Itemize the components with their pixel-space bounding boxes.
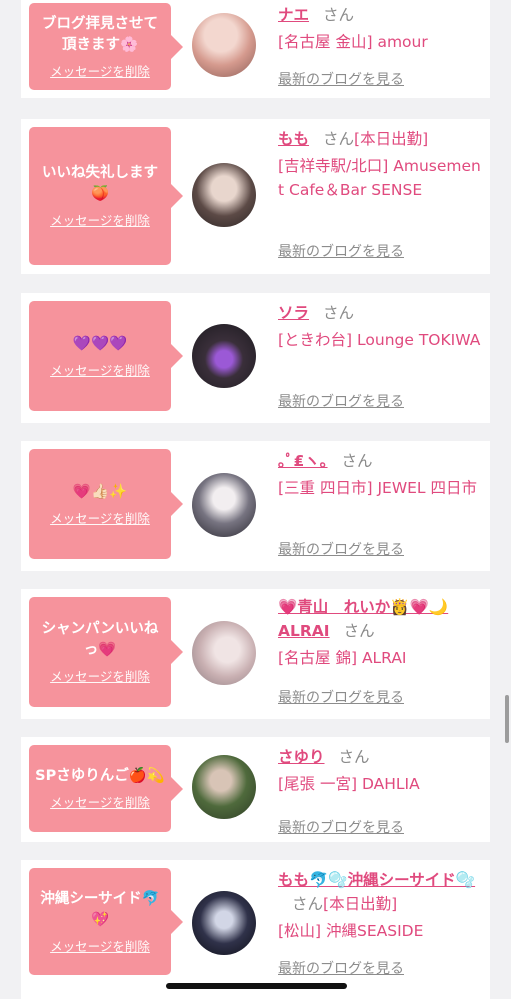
shop-label: [名古屋 金山] amour bbox=[278, 33, 428, 51]
latest-blog-link[interactable]: 最新のブログを見る bbox=[278, 958, 404, 978]
honorific-label: さん bbox=[343, 622, 375, 640]
honorific-label: さん bbox=[292, 895, 324, 913]
delete-message-link[interactable]: メッセージを削除 bbox=[50, 210, 150, 229]
profile-name-link[interactable]: ｡ﾟ₤ヽ｡ bbox=[278, 452, 328, 470]
scrollbar[interactable] bbox=[505, 695, 509, 743]
message-bubble: 💗👍🏻✨ メッセージを削除 bbox=[29, 449, 183, 559]
honorific-label: さん bbox=[338, 748, 370, 766]
avatar[interactable] bbox=[192, 473, 256, 537]
profile-info: さゆり さん [尾張 一宮] DAHLIA 最新のブログを見る bbox=[278, 745, 483, 836]
profile-name-link[interactable]: さゆり bbox=[278, 748, 325, 766]
latest-blog-link[interactable]: 最新のブログを見る bbox=[278, 539, 404, 559]
profile-info: もも さん[本日出勤] [吉祥寺駅/北口] Amusement Cafe＆Bar … bbox=[278, 127, 483, 260]
avatar[interactable] bbox=[192, 324, 256, 388]
message-text: いいね失礼します🍑 bbox=[42, 165, 158, 202]
avatar[interactable] bbox=[192, 163, 256, 227]
message-bubble: ブログ拝見させて頂きます🌸 メッセージを削除 bbox=[29, 3, 183, 90]
profile-name-link[interactable]: もも🐬🫧沖縄シーサイド🫧 bbox=[278, 871, 475, 889]
profile-name-link[interactable]: もも bbox=[278, 130, 309, 148]
message-text: SPさゆりんご🍎💫 bbox=[35, 768, 165, 784]
shop-label: [三重 四日市] JEWEL 四日市 bbox=[278, 479, 477, 497]
profile-name-link[interactable]: ナエ bbox=[278, 6, 309, 24]
honorific-label: さん bbox=[323, 6, 355, 24]
shop-label: [ときわ台] Lounge TOKIWA bbox=[278, 331, 481, 349]
working-today-label: [本日出勤] bbox=[354, 130, 429, 148]
avatar[interactable] bbox=[192, 891, 256, 955]
list-item: 💜💜💜 メッセージを削除 ソラ さん [ときわ台] Lounge TOKIWA 最… bbox=[21, 293, 490, 423]
delete-message-link[interactable]: メッセージを削除 bbox=[50, 508, 150, 527]
shop-label: [吉祥寺駅/北口] Amusement Cafe＆Bar SENSE bbox=[278, 157, 481, 199]
delete-message-link[interactable]: メッセージを削除 bbox=[50, 936, 150, 955]
profile-info: ソラ さん [ときわ台] Lounge TOKIWA 最新のブログを見る bbox=[278, 301, 483, 410]
latest-blog-link[interactable]: 最新のブログを見る bbox=[278, 391, 404, 411]
avatar[interactable] bbox=[192, 621, 256, 685]
list-item: ブログ拝見させて頂きます🌸 メッセージを削除 ナエ さん [名古屋 金山] amo… bbox=[21, 0, 490, 98]
profile-info: もも🐬🫧沖縄シーサイド🫧 さん[本日出勤] [松山] 沖縄SEASIDE 最新のブ… bbox=[278, 868, 483, 977]
profile-name-link[interactable]: ソラ bbox=[278, 304, 309, 322]
delete-message-link[interactable]: メッセージを削除 bbox=[50, 666, 150, 685]
message-text: ブログ拝見させて頂きます🌸 bbox=[42, 15, 158, 53]
message-bubble: いいね失礼します🍑 メッセージを削除 bbox=[29, 127, 183, 265]
latest-blog-link[interactable]: 最新のブログを見る bbox=[278, 817, 404, 837]
message-text: 💜💜💜 bbox=[72, 335, 128, 352]
profile-info: ｡ﾟ₤ヽ｡ さん [三重 四日市] JEWEL 四日市 最新のブログを見る bbox=[278, 449, 483, 558]
honorific-label: さん bbox=[323, 130, 355, 148]
message-text: 沖縄シーサイド🐬💖 bbox=[40, 890, 160, 928]
message-bubble: 💜💜💜 メッセージを削除 bbox=[29, 301, 183, 411]
latest-blog-link[interactable]: 最新のブログを見る bbox=[278, 687, 404, 707]
profile-info: 💗青山 れいか👸💗🌙 ALRAI さん [名古屋 錦] ALRAI 最新のブログを… bbox=[278, 595, 483, 706]
message-bubble: 沖縄シーサイド🐬💖 メッセージを削除 bbox=[29, 868, 183, 975]
message-bubble: SPさゆりんご🍎💫 メッセージを削除 bbox=[29, 745, 183, 832]
delete-message-link[interactable]: メッセージを削除 bbox=[50, 360, 150, 379]
honorific-label: さん bbox=[341, 452, 373, 470]
shop-label: [尾張 一宮] DAHLIA bbox=[278, 775, 420, 793]
working-today-label: [本日出勤] bbox=[323, 895, 398, 913]
honorific-label: さん bbox=[323, 304, 355, 322]
message-text: 💗👍🏻✨ bbox=[72, 483, 128, 500]
list-item: いいね失礼します🍑 メッセージを削除 もも さん[本日出勤] [吉祥寺駅/北口] … bbox=[21, 119, 490, 274]
list-item: 💗👍🏻✨ メッセージを削除 ｡ﾟ₤ヽ｡ さん [三重 四日市] JEWEL 四日市… bbox=[21, 441, 490, 571]
list-item: 沖縄シーサイド🐬💖 メッセージを削除 もも🐬🫧沖縄シーサイド🫧 さん[本日出勤] … bbox=[21, 860, 490, 999]
profile-info: ナエ さん [名古屋 金山] amour 最新のブログを見る bbox=[278, 3, 483, 88]
list-item: SPさゆりんご🍎💫 メッセージを削除 さゆり さん [尾張 一宮] DAHLIA … bbox=[21, 737, 490, 842]
avatar[interactable] bbox=[192, 755, 256, 819]
shop-label: [松山] 沖縄SEASIDE bbox=[278, 922, 424, 940]
message-bubble: シャンパンいいねっ💗 メッセージを削除 bbox=[29, 597, 183, 707]
home-indicator[interactable] bbox=[166, 983, 347, 989]
message-text: シャンパンいいねっ💗 bbox=[41, 621, 159, 658]
delete-message-link[interactable]: メッセージを削除 bbox=[50, 61, 150, 80]
latest-blog-link[interactable]: 最新のブログを見る bbox=[278, 69, 404, 89]
delete-message-link[interactable]: メッセージを削除 bbox=[50, 792, 150, 811]
avatar[interactable] bbox=[192, 13, 256, 77]
latest-blog-link[interactable]: 最新のブログを見る bbox=[278, 241, 404, 261]
list-item: シャンパンいいねっ💗 メッセージを削除 💗青山 れいか👸💗🌙 ALRAI さん [… bbox=[21, 589, 490, 719]
shop-label: [名古屋 錦] ALRAI bbox=[278, 649, 407, 667]
